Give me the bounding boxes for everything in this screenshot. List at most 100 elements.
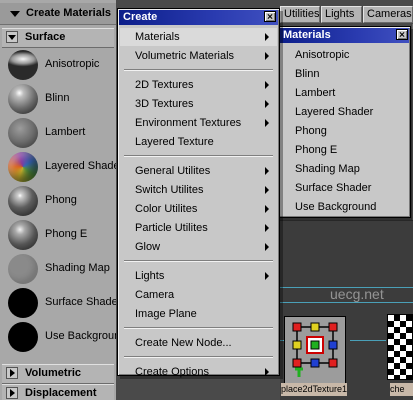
- checker-label: che: [390, 383, 413, 396]
- submenu-arrow-icon: [265, 100, 269, 108]
- menu-separator: [124, 155, 273, 157]
- material-label: Shading Map: [45, 262, 110, 274]
- material-swatch-surface-shade[interactable]: Surface Shade: [6, 286, 116, 320]
- submenu-item-surface-shader[interactable]: Surface Shader: [295, 179, 371, 197]
- submenu-arrow-icon: [265, 186, 269, 194]
- menu-item-create-options[interactable]: Create Options: [135, 363, 209, 381]
- material-swatch-layered-shade[interactable]: Layered Shade: [6, 150, 116, 184]
- place2d-texture-icon: [292, 322, 338, 377]
- phong-sphere-icon: [8, 186, 38, 216]
- menu-item-lights[interactable]: Lights: [135, 267, 164, 285]
- submenu-arrow-icon: [265, 119, 269, 127]
- create-menu-title: Create: [123, 11, 158, 23]
- material-label: Phong: [45, 194, 77, 206]
- material-label: Lambert: [45, 126, 86, 138]
- material-label: Anisotropic: [45, 58, 100, 70]
- anisotropic-sphere-icon: [8, 50, 38, 80]
- material-swatch-shading-map[interactable]: Shading Map: [6, 252, 116, 286]
- panel-title: Create Materials: [26, 7, 111, 19]
- submenu-arrow-icon: [265, 205, 269, 213]
- materials-submenu-title: Materials: [283, 29, 331, 41]
- expand-toggle-icon[interactable]: [6, 367, 18, 379]
- menu-item-switch-utilites[interactable]: Switch Utilites: [135, 181, 203, 199]
- menu-item-layered-texture[interactable]: Layered Texture: [135, 133, 214, 151]
- close-icon[interactable]: [396, 29, 408, 40]
- submenu-arrow-icon: [265, 81, 269, 89]
- materials-submenu-titlebar[interactable]: Materials: [279, 28, 409, 43]
- expand-toggle-icon[interactable]: [6, 387, 18, 399]
- volumetric-section-header[interactable]: Volumetric: [2, 364, 114, 384]
- connection-line: [280, 302, 413, 303]
- tab-lights[interactable]: Lights: [321, 6, 362, 23]
- layered-shader-sphere-icon: [8, 152, 38, 182]
- displacement-section-header[interactable]: Displacement: [2, 384, 114, 400]
- expand-toggle-icon[interactable]: [6, 31, 18, 43]
- submenu-item-use-background[interactable]: Use Background: [295, 198, 376, 216]
- material-label: Blinn: [45, 92, 70, 104]
- checker-node[interactable]: [387, 314, 413, 380]
- material-swatch-blinn[interactable]: Blinn: [6, 82, 116, 116]
- menu-item-particle-utilites[interactable]: Particle Utilites: [135, 219, 208, 237]
- shading-map-sphere-icon: [8, 254, 38, 284]
- submenu-item-anisotropic[interactable]: Anisotropic: [295, 46, 349, 64]
- submenu-arrow-icon: [265, 167, 269, 175]
- menu-item-general-utilites[interactable]: General Utilites: [135, 162, 210, 180]
- menu-item-materials[interactable]: Materials: [120, 28, 277, 46]
- menu-item-image-plane[interactable]: Image Plane: [135, 305, 197, 323]
- submenu-arrow-icon: [265, 224, 269, 232]
- submenu-item-phong[interactable]: Phong: [295, 122, 327, 140]
- surface-section-header[interactable]: Surface: [2, 28, 114, 48]
- menu-separator: [124, 356, 273, 358]
- submenu-arrow-icon: [265, 243, 269, 251]
- menu-item-create-new-node[interactable]: Create New Node...: [135, 334, 232, 352]
- submenu-item-lambert[interactable]: Lambert: [295, 84, 335, 102]
- material-label: Phong E: [45, 228, 88, 240]
- menu-separator: [124, 260, 273, 262]
- material-swatch-use-backgroun[interactable]: Use Backgroun: [6, 320, 116, 354]
- place2dtexture-label: place2dTexture1: [281, 383, 347, 396]
- use-background-sphere-icon: [8, 322, 38, 352]
- material-label: Layered Shade: [45, 160, 116, 172]
- surface-shader-sphere-icon: [8, 288, 38, 318]
- material-swatch-lambert[interactable]: Lambert: [6, 116, 116, 150]
- tab-utilities[interactable]: Utilities: [280, 6, 320, 23]
- submenu-item-blinn[interactable]: Blinn: [295, 65, 319, 83]
- submenu-item-shading-map[interactable]: Shading Map: [295, 160, 360, 178]
- submenu-arrow-icon: [265, 368, 269, 376]
- submenu-arrow-icon: [265, 52, 269, 60]
- lambert-sphere-icon: [8, 118, 38, 148]
- material-label: Use Backgroun: [45, 330, 116, 342]
- menu-separator: [124, 69, 273, 71]
- material-swatch-phong[interactable]: Phong: [6, 184, 116, 218]
- close-icon[interactable]: [264, 11, 276, 22]
- menu-item-volumetric-materials[interactable]: Volumetric Materials: [135, 47, 234, 65]
- menu-item-color-utilites[interactable]: Color Utilites: [135, 200, 197, 218]
- create-materials-header[interactable]: Create Materials: [0, 3, 116, 25]
- submenu-arrow-icon: [265, 272, 269, 280]
- material-label: Surface Shade: [45, 296, 116, 308]
- menu-item-camera[interactable]: Camera: [135, 286, 174, 304]
- collapse-triangle-icon[interactable]: [10, 11, 20, 17]
- menu-item-glow[interactable]: Glow: [135, 238, 160, 256]
- materials-submenu: Materials Anisotropic Blinn Lambert Layered…: [277, 26, 411, 218]
- watermark-site: uecg.net: [330, 286, 384, 302]
- connection-line: [350, 340, 386, 341]
- blinn-sphere-icon: [8, 84, 38, 114]
- menu-separator: [124, 327, 273, 329]
- displacement-section-label: Displacement: [25, 387, 97, 399]
- menu-item-3d-textures[interactable]: 3D Textures: [135, 95, 194, 113]
- material-swatch-phong-e[interactable]: Phong E: [6, 218, 116, 252]
- create-menu: Create Materials Volumetric Materials 2D T…: [117, 8, 280, 378]
- menu-item-environment-textures[interactable]: Environment Textures: [135, 114, 241, 132]
- create-materials-panel: Create Materials Surface Anisotropic Blin…: [0, 0, 116, 400]
- phong-e-sphere-icon: [8, 220, 38, 250]
- material-swatch-anisotropic[interactable]: Anisotropic: [6, 48, 116, 82]
- submenu-item-phong-e[interactable]: Phong E: [295, 141, 337, 159]
- tab-cameras[interactable]: Cameras: [363, 6, 413, 23]
- place2dtexture-node[interactable]: [284, 316, 346, 386]
- submenu-item-layered-shader[interactable]: Layered Shader: [295, 103, 373, 121]
- menu-item-2d-textures[interactable]: 2D Textures: [135, 76, 194, 94]
- submenu-arrow-icon: [265, 33, 269, 41]
- create-menu-titlebar[interactable]: Create: [119, 10, 278, 25]
- volumetric-section-label: Volumetric: [25, 367, 82, 379]
